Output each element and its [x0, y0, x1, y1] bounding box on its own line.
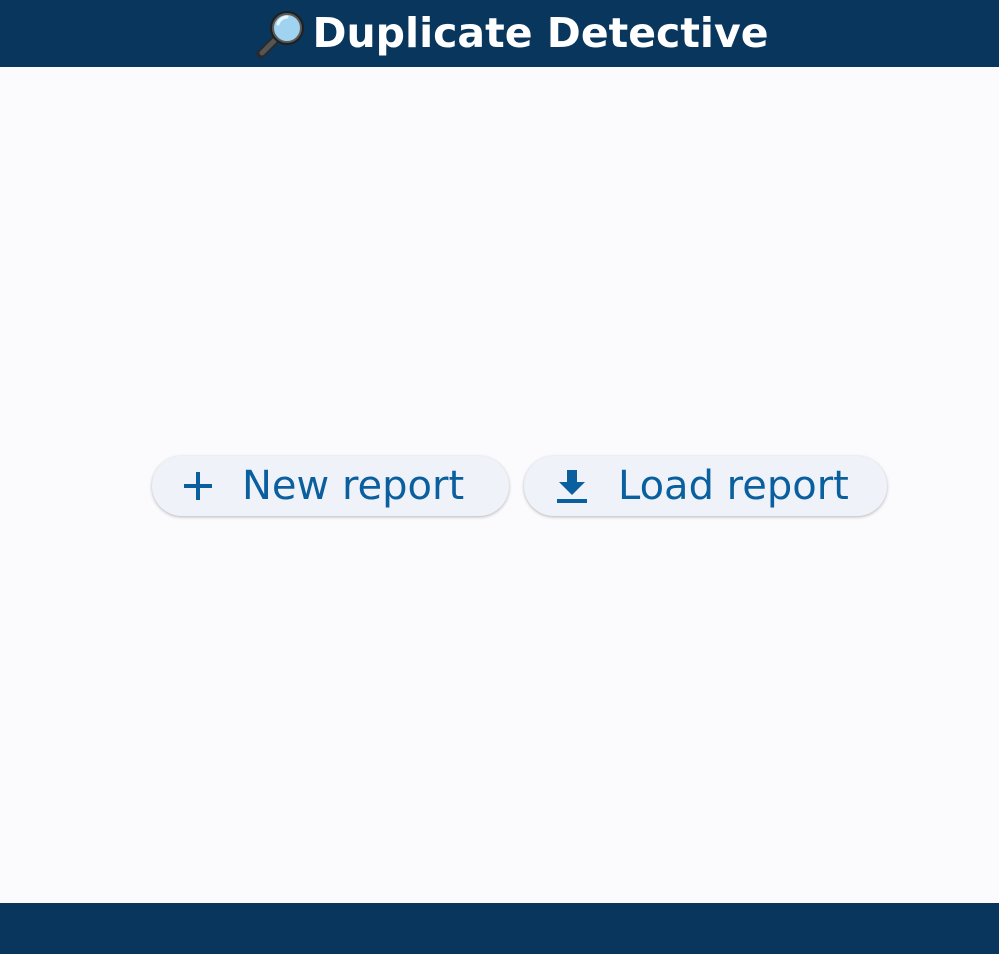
- download-icon: [554, 468, 590, 504]
- load-report-button[interactable]: Load report: [524, 456, 887, 516]
- load-report-label: Load report: [618, 463, 849, 509]
- app-title: Duplicate Detective: [312, 9, 769, 57]
- new-report-label: New report: [242, 463, 465, 509]
- app-footer: [0, 903, 999, 954]
- action-buttons: New report Load report: [152, 456, 887, 516]
- new-report-button[interactable]: New report: [152, 456, 509, 516]
- main-content: New report Load report: [0, 67, 999, 903]
- plus-icon: [180, 468, 216, 504]
- app-title-group: Duplicate Detective: [254, 7, 769, 61]
- app-header: Duplicate Detective: [0, 0, 999, 67]
- magnifying-glass-icon: [254, 7, 308, 61]
